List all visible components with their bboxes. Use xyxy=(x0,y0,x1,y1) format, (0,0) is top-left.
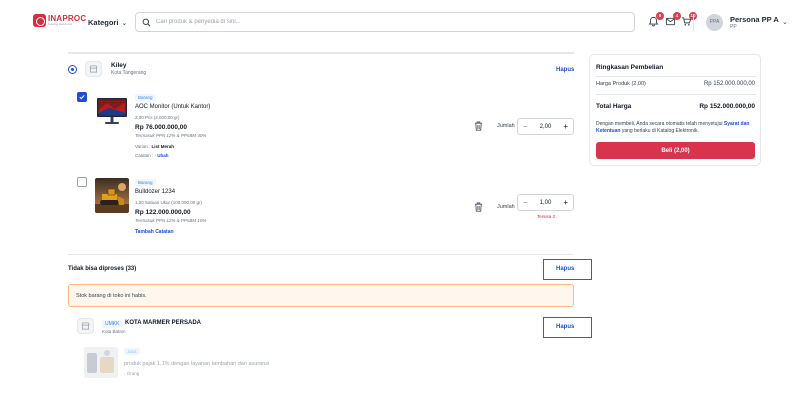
product-tax-info: Termasuk PPN 12% & PPnBM 40% xyxy=(135,133,207,138)
item-type-tag: Barang xyxy=(135,94,156,101)
store-icon xyxy=(85,61,102,77)
avatar[interactable]: PPA xyxy=(706,14,723,31)
kategori-menu[interactable]: Kategori ⌄ xyxy=(88,18,127,27)
stock-remaining: Tersisa 3 xyxy=(537,214,556,219)
decrease-button[interactable]: − xyxy=(523,198,528,207)
logo-subtext: Katalog Elektronik xyxy=(48,22,73,26)
top-header: INAPROC Katalog Elektronik Kategori ⌄ 5 … xyxy=(0,0,795,44)
product-price-value: Rp 152.000.000,00 xyxy=(703,81,755,87)
store-city: Kota Tangerang xyxy=(111,70,147,76)
user-name: Persona PP A xyxy=(730,15,779,24)
purchase-summary-card: Ringkasan Pembelian Harga Produk (2,00) … xyxy=(589,54,761,166)
edit-note-link[interactable]: Ubah xyxy=(157,153,168,158)
product-variant: Varian : List Merah xyxy=(135,144,174,149)
kategori-label: Kategori xyxy=(88,18,119,27)
increase-button[interactable]: + xyxy=(563,198,568,207)
section-divider xyxy=(68,254,574,255)
item-checkbox[interactable] xyxy=(77,177,87,187)
store-name[interactable]: KOTA MARMER PERSADA xyxy=(125,320,201,326)
trash-icon[interactable] xyxy=(474,202,483,212)
item-type-tag: Jasa xyxy=(124,348,140,355)
store-name: Kiley xyxy=(111,62,127,69)
product-price-row: Harga Produk (2,00) Rp 152.000.000,00 xyxy=(596,81,755,87)
item-type-tag: Barang xyxy=(135,179,156,186)
product-tax-info: Termasuk PPN 12% & PPnBM 10% xyxy=(135,218,207,223)
product-price: Rp 76.000.000,00 xyxy=(135,124,188,131)
quantity-value[interactable]: 1,00 xyxy=(540,200,552,206)
quantity-label: Jumlah xyxy=(497,123,515,129)
warning-text: Stok barang di toko ini habis. xyxy=(76,292,147,299)
variant-value: List Merah xyxy=(151,144,174,149)
umkk-badge: UMKK xyxy=(102,320,123,328)
buy-button[interactable]: Beli (2,00) xyxy=(596,142,755,159)
store-select-radio[interactable] xyxy=(68,65,77,74)
store-icon xyxy=(77,318,94,334)
add-note-link[interactable]: Tambah Catatan xyxy=(135,229,174,235)
inaproc-logo[interactable]: INAPROC Katalog Elektronik xyxy=(33,14,86,27)
service-unit: - Orang xyxy=(124,371,140,376)
summary-divider xyxy=(596,94,756,95)
item-checkbox[interactable] xyxy=(77,92,87,102)
delete-unprocessable-button[interactable]: Hapus xyxy=(556,266,574,272)
summary-title: Ringkasan Pembelian xyxy=(596,64,664,71)
quantity-value[interactable]: 2,00 xyxy=(540,124,552,130)
user-menu[interactable]: Persona PP A PP xyxy=(730,15,779,30)
quantity-label: Jumlah xyxy=(497,204,515,210)
service-description: produk pajak 1,1% dengan layanan tambaha… xyxy=(124,361,270,367)
product-price-label: Harga Produk (2,00) xyxy=(596,81,646,87)
product-price: Rp 122.000.000,00 xyxy=(135,209,191,216)
increase-button[interactable]: + xyxy=(563,122,568,131)
search-icon xyxy=(142,18,151,26)
product-name[interactable]: AOC Monitor (Untuk Kantor) xyxy=(135,104,210,110)
chevron-down-icon: ⌄ xyxy=(121,19,128,27)
cart-top-divider xyxy=(68,52,574,54)
header-divider xyxy=(693,14,694,31)
inbox-button[interactable]: 4 xyxy=(665,12,681,28)
cart-button[interactable]: 10 xyxy=(681,12,697,28)
service-image xyxy=(84,347,118,378)
summary-divider xyxy=(596,76,756,77)
product-name[interactable]: Bulldozer 1234 xyxy=(135,189,175,195)
product-image-monitor[interactable] xyxy=(95,94,129,129)
quantity-stepper[interactable]: − 1,00 + xyxy=(517,194,574,211)
search-input[interactable] xyxy=(156,19,596,25)
product-qty-info: 2,00 Pcs (2.000,00 gr) xyxy=(135,115,180,120)
total-value: Rp 152.000.000,00 xyxy=(699,103,755,110)
delete-store-button[interactable]: Hapus xyxy=(556,67,574,73)
delete-store-button[interactable]: Hapus xyxy=(556,324,574,330)
notification-button[interactable]: 5 xyxy=(648,12,664,28)
notification-badge: 5 xyxy=(656,12,664,20)
chevron-down-icon[interactable]: ⌄ xyxy=(782,18,788,26)
store-city: Kota Batam xyxy=(102,329,126,334)
check-icon xyxy=(79,94,85,100)
product-note: Catatan : - Ubah xyxy=(135,153,169,158)
user-role: PP xyxy=(730,24,737,30)
terms-text: Dengan membeli, Anda secara otomatis tel… xyxy=(596,121,750,135)
product-qty-info: 1,00 Satuan Ukur (100.000,00 gr) xyxy=(135,200,203,205)
inbox-badge: 4 xyxy=(673,12,681,20)
product-image-bulldozer[interactable] xyxy=(95,178,129,213)
total-label: Total Harga xyxy=(596,103,632,110)
logo-mark xyxy=(33,14,46,27)
unprocessable-title: Tidak bisa diproses (33) xyxy=(68,266,137,272)
total-price-row: Total Harga Rp 152.000.000,00 xyxy=(596,103,755,110)
quantity-stepper[interactable]: − 2,00 + xyxy=(517,118,574,135)
search-bar[interactable] xyxy=(135,12,635,32)
decrease-button[interactable]: − xyxy=(523,122,528,131)
stock-warning-banner: Stok barang di toko ini habis. xyxy=(68,284,574,307)
trash-icon[interactable] xyxy=(474,121,483,131)
